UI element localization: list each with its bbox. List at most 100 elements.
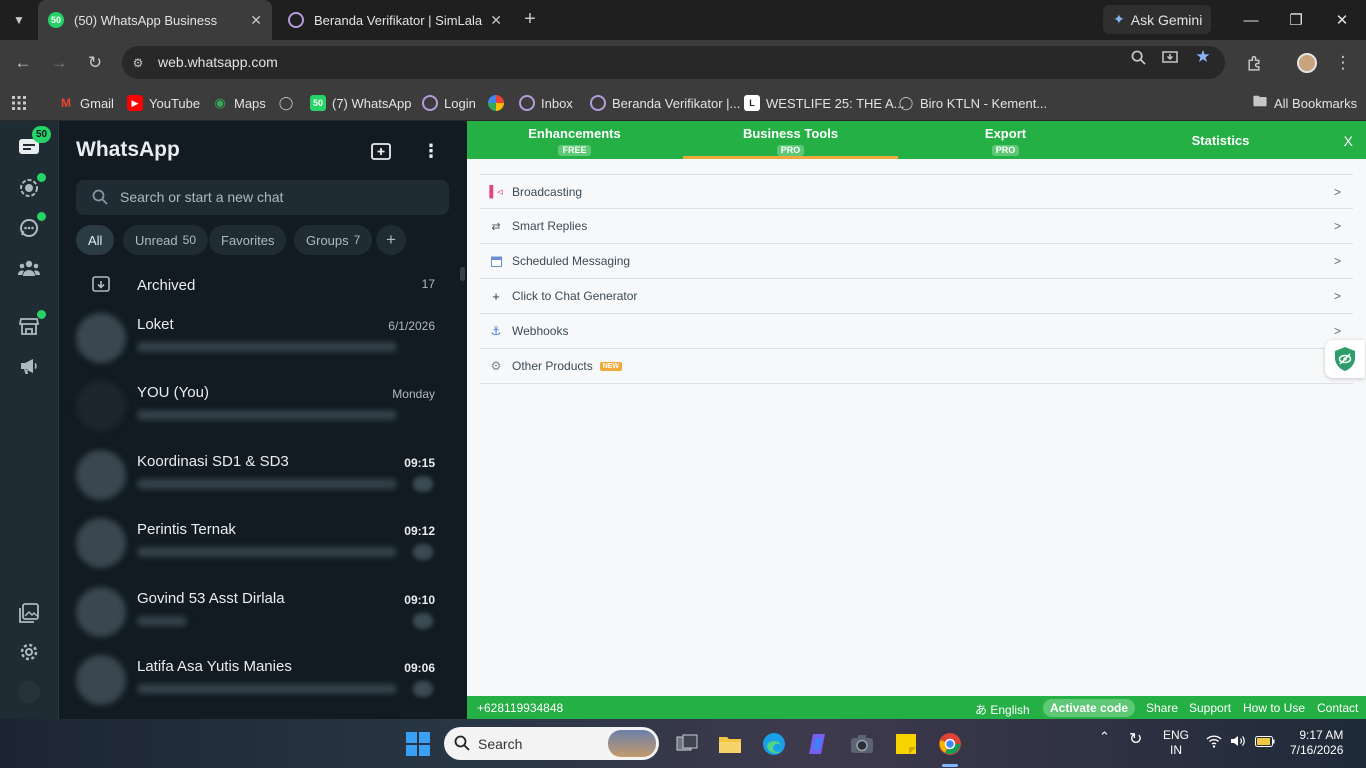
tab-simlala[interactable]: Beranda Verifikator | SimLala ✕ (278, 0, 512, 40)
communities-icon[interactable] (18, 257, 40, 279)
volume-icon[interactable] (1230, 734, 1246, 751)
tab-enhancements[interactable]: Enhancements FREE (467, 121, 682, 159)
share-link[interactable]: Share (1146, 701, 1178, 715)
copilot-app-icon[interactable] (805, 731, 831, 757)
edge-browser-icon[interactable] (761, 731, 787, 757)
profile-avatar[interactable] (18, 681, 40, 703)
tab-export[interactable]: Export PRO (898, 121, 1113, 159)
bookmark-photos[interactable] (488, 93, 510, 113)
chat-row[interactable]: Latifa Asa Yutis Manies 09:06 (59, 649, 459, 717)
filter-unread[interactable]: Unread 50 (123, 225, 208, 255)
advertise-icon[interactable] (18, 355, 40, 377)
item-label: Click to Chat Generator (512, 289, 638, 303)
address-bar[interactable]: ⚙ web.whatsapp.com (122, 46, 1225, 79)
tab-whatsapp[interactable]: 50 (50) WhatsApp Business ✕ (38, 0, 272, 40)
zoom-icon[interactable] (1128, 47, 1148, 67)
bookmark-star-icon[interactable]: ★ (1193, 47, 1213, 67)
avatar (76, 518, 126, 568)
channels-icon[interactable] (18, 217, 40, 239)
list-item-scheduled-messaging[interactable]: Scheduled Messaging > (480, 244, 1353, 279)
bookmark-youtube[interactable]: ▶ YouTube (127, 93, 200, 113)
windows-start-icon[interactable] (405, 731, 431, 757)
show-hidden-icons-chevron-icon[interactable]: ⌃ (1099, 729, 1110, 745)
tab-search-button[interactable]: ▼ (6, 8, 32, 32)
bookmark-westlife[interactable]: L WESTLIFE 25: THE A... (744, 93, 904, 113)
how-to-use-link[interactable]: How to Use (1243, 701, 1305, 715)
sticky-notes-icon[interactable] (893, 731, 919, 757)
language-selector[interactable]: あ English (975, 701, 1030, 718)
archived-row[interactable]: Archived 17 (59, 267, 459, 301)
clock-date: 7/16/2026 (1290, 743, 1344, 757)
restore-icon[interactable]: ❐ (1284, 8, 1308, 32)
list-item-other-products[interactable]: ⚙ Other Products NEW (480, 349, 1353, 384)
list-item-webhooks[interactable]: ⚓ Webhooks > (480, 314, 1353, 349)
profile-avatar[interactable] (1295, 51, 1319, 75)
install-app-icon[interactable] (1160, 47, 1180, 67)
bookmark-inbox[interactable]: Inbox (519, 93, 573, 113)
file-explorer-icon[interactable] (717, 731, 743, 757)
bookmark-whatsapp[interactable]: 50 (7) WhatsApp (310, 93, 411, 113)
close-panel-button[interactable]: X (1344, 133, 1353, 149)
add-filter-button[interactable]: + (376, 225, 406, 255)
chat-list-panel: WhatsApp ⋮ Search or start a new chat Al… (59, 121, 467, 719)
media-gallery-icon[interactable] (18, 602, 40, 624)
avatar (76, 450, 126, 500)
contact-link[interactable]: Contact (1317, 701, 1358, 715)
tab-statistics[interactable]: Statistics (1113, 121, 1328, 159)
site-info-icon[interactable]: ⚙ (128, 53, 148, 73)
status-icon[interactable] (18, 177, 40, 199)
bookmark-globe[interactable]: ◯ (278, 93, 300, 113)
filter-groups[interactable]: Groups 7 (294, 225, 373, 255)
sync-icon[interactable]: ↻ (1129, 729, 1142, 749)
chrome-browser-icon[interactable] (937, 731, 963, 757)
shield-privacy-button[interactable] (1325, 340, 1365, 378)
task-view-icon[interactable] (674, 731, 700, 757)
bookmark-gmail[interactable]: M Gmail (58, 93, 114, 113)
support-link[interactable]: Support (1189, 701, 1231, 715)
business-tools-icon[interactable] (18, 315, 40, 337)
language-indicator[interactable]: ENG IN (1163, 728, 1189, 758)
bookmark-login[interactable]: Login (422, 93, 476, 113)
bookmark-biro-ktln[interactable]: ◯ Biro KTLN - Kement... (898, 93, 1047, 113)
chat-row[interactable]: Koordinasi SD1 & SD3 09:15 (59, 444, 459, 512)
chat-row[interactable]: Govind 53 Asst Dirlala 09:10 (59, 581, 459, 649)
ask-gemini-button[interactable]: ✦ Ask Gemini (1103, 5, 1211, 34)
close-window-icon[interactable]: ✕ (1330, 8, 1354, 32)
chat-name: Loket (137, 316, 174, 333)
minimize-icon[interactable]: — (1239, 8, 1263, 32)
tab-business-tools[interactable]: Business Tools PRO (683, 121, 898, 159)
new-chat-icon[interactable] (369, 139, 393, 163)
filter-all[interactable]: All (76, 225, 115, 255)
filter-favorites[interactable]: Favorites (209, 225, 287, 255)
activate-code-button[interactable]: Activate code (1043, 699, 1136, 717)
clock[interactable]: 9:17 AM 7/16/2026 (1290, 728, 1343, 758)
battery-icon[interactable] (1255, 736, 1275, 750)
bookmark-beranda[interactable]: Beranda Verifikator |... (590, 93, 740, 113)
bookmark-maps[interactable]: ◉ Maps (212, 93, 265, 113)
all-bookmarks-folder[interactable]: 🖿 All Bookmarks (1252, 93, 1357, 113)
back-icon[interactable]: ← (11, 51, 35, 75)
camera-app-icon[interactable] (849, 731, 875, 757)
chat-name: Govind 53 Asst Dirlala (137, 590, 285, 607)
list-item-smart-replies[interactable]: ⇄ Smart Replies > (480, 209, 1353, 244)
scrollbar-thumb[interactable] (460, 267, 465, 281)
menu-kebab-icon[interactable]: ⋮ (419, 139, 443, 163)
menu-kebab-icon[interactable]: ⋮ (1331, 51, 1355, 75)
chat-row[interactable]: YOU (You) Monday (59, 375, 459, 443)
reload-icon[interactable]: ↻ (83, 51, 107, 75)
wifi-icon[interactable] (1206, 734, 1222, 751)
search-input[interactable]: Search or start a new chat (76, 180, 449, 215)
close-tab-icon[interactable]: ✕ (490, 12, 502, 29)
new-tab-button[interactable]: + (519, 9, 541, 31)
apps-grid-icon[interactable] (11, 93, 27, 113)
close-tab-icon[interactable]: ✕ (250, 12, 262, 29)
chat-row[interactable]: Loket 6/1/2026 (59, 307, 459, 375)
extensions-icon[interactable] (1242, 51, 1266, 75)
chat-list-scrollbar[interactable] (459, 261, 466, 719)
list-item-broadcasting[interactable]: ▌◃ Broadcasting > (480, 174, 1353, 209)
forward-icon[interactable]: → (47, 51, 71, 75)
chat-row[interactable]: Perintis Ternak 09:12 (59, 512, 459, 580)
list-item-click-to-chat[interactable]: + Click to Chat Generator > (480, 279, 1353, 314)
settings-gear-icon[interactable] (18, 641, 40, 663)
taskbar-search-box[interactable]: Search (444, 727, 659, 760)
